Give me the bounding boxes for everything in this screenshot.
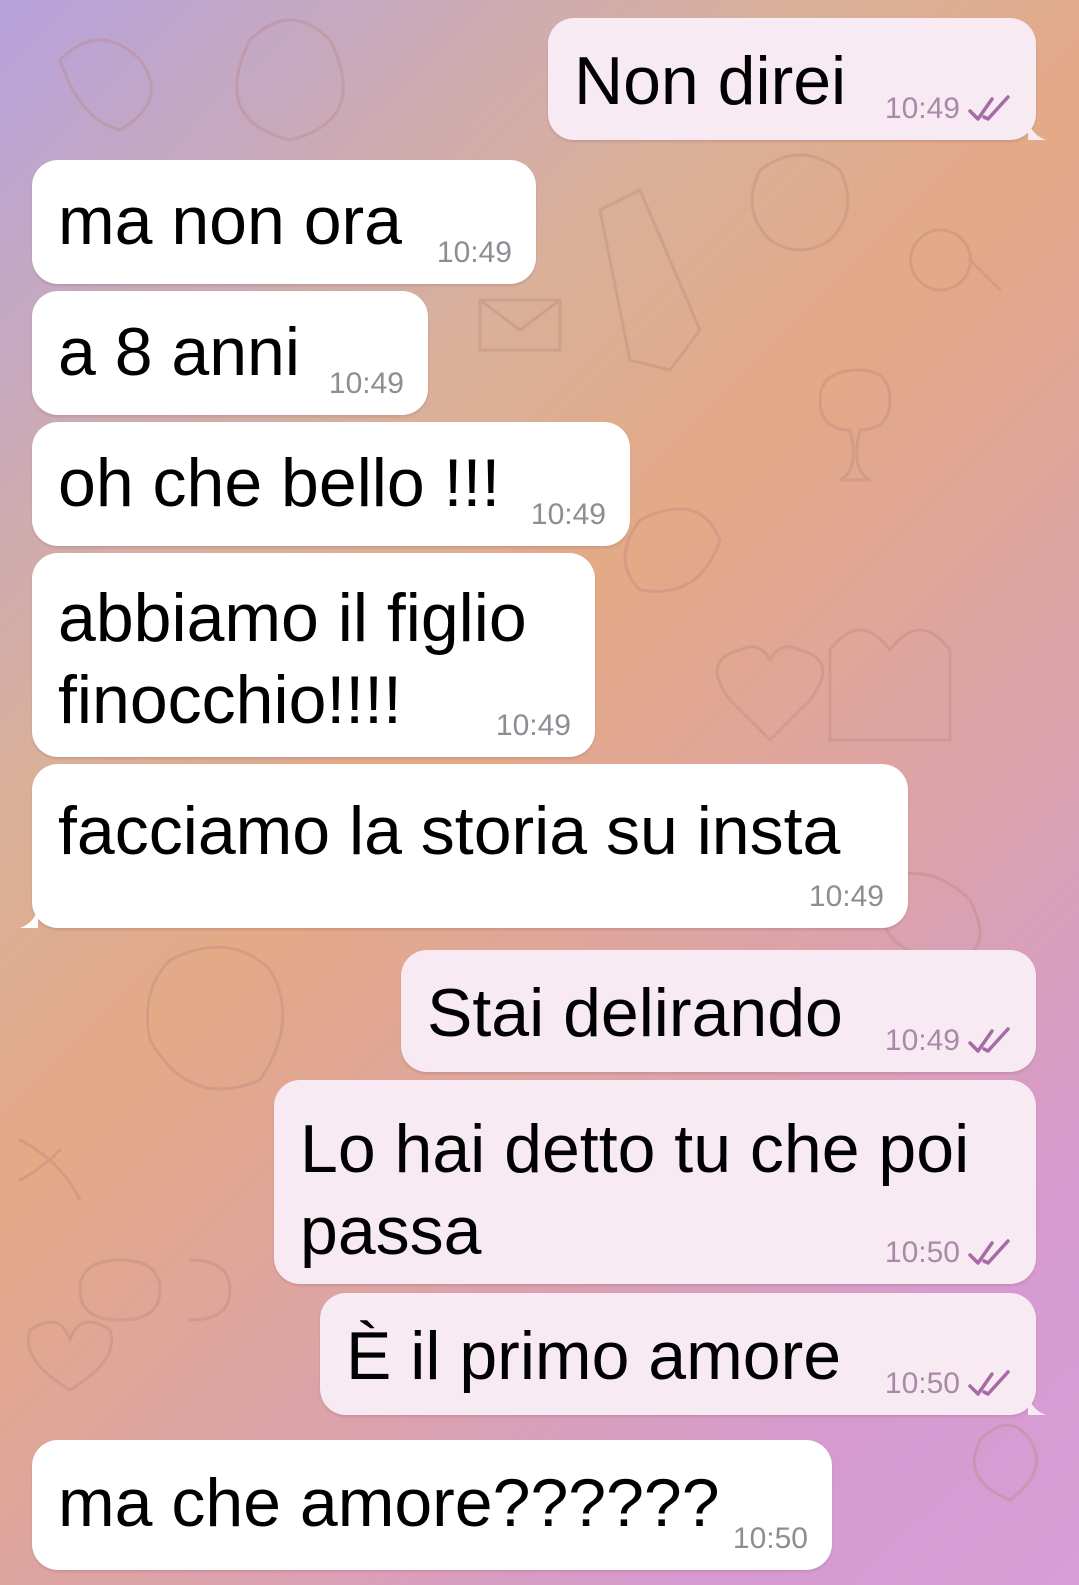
message-time: 10:49 [328, 367, 404, 400]
message-time: 10:49 [530, 498, 606, 531]
message-text-line2: finocchio!!!! [58, 662, 402, 738]
double-check-icon [968, 95, 1010, 121]
message-text: Lo hai detto tu che poi [300, 1111, 970, 1187]
message-meta: 10:49 [885, 92, 1012, 126]
message-meta: 10:49 [885, 1024, 1012, 1058]
message-time: 10:49 [884, 92, 960, 125]
message-bubble-outgoing[interactable]: Lo hai detto tu che poi passa 10:50 [274, 1080, 1036, 1284]
message-time: 10:49 [808, 880, 884, 913]
bubble-tail [1028, 118, 1046, 140]
message-time: 10:50 [884, 1236, 960, 1269]
message-text: ma non ora [58, 183, 402, 259]
message-time: 10:49 [884, 1024, 960, 1057]
message-meta: 10:49 [531, 498, 606, 532]
message-time: 10:49 [436, 236, 512, 269]
message-meta: 10:49 [809, 880, 884, 914]
message-text: oh che bello !!! [58, 445, 501, 521]
message-meta: 10:50 [733, 1522, 808, 1556]
bubble-tail [20, 906, 38, 928]
message-bubble-incoming[interactable]: oh che bello !!! 10:49 [32, 422, 630, 546]
message-meta: 10:49 [437, 236, 512, 270]
message-meta: 10:49 [329, 367, 404, 401]
message-bubble-incoming[interactable]: a 8 anni 10:49 [32, 291, 428, 415]
message-bubble-outgoing[interactable]: Stai delirando 10:49 [401, 950, 1036, 1072]
message-bubble-incoming[interactable]: ma che amore?????? 10:50 [32, 1440, 832, 1570]
message-bubble-incoming[interactable]: abbiamo il figlio finocchio!!!! 10:49 [32, 553, 595, 757]
message-time: 10:49 [495, 709, 571, 742]
message-text-line2: passa [300, 1193, 482, 1269]
message-bubble-incoming[interactable]: ma non ora 10:49 [32, 160, 536, 284]
message-time: 10:50 [732, 1522, 808, 1555]
double-check-icon [968, 1370, 1010, 1396]
bubble-tail [1028, 1393, 1046, 1415]
message-bubble-incoming[interactable]: facciamo la storia su insta 10:49 [20, 764, 908, 928]
double-check-icon [968, 1027, 1010, 1053]
message-bubble-outgoing[interactable]: È il primo amore 10:50 [320, 1293, 1046, 1415]
message-meta: 10:49 [496, 709, 571, 743]
message-bubble-outgoing[interactable]: Non direi 10:49 [548, 18, 1046, 140]
message-text: a 8 anni [58, 314, 300, 390]
message-meta: 10:50 [885, 1367, 1012, 1401]
message-time: 10:50 [884, 1367, 960, 1400]
message-text: ma che amore?????? [58, 1465, 720, 1541]
double-check-icon [968, 1239, 1010, 1265]
message-text: È il primo amore [346, 1318, 842, 1394]
message-text: facciamo la storia su insta [58, 793, 841, 869]
message-text: Non direi [574, 43, 847, 119]
message-text: Stai delirando [427, 975, 843, 1051]
message-text: abbiamo il figlio [58, 580, 527, 656]
message-meta: 10:50 [885, 1236, 1012, 1270]
